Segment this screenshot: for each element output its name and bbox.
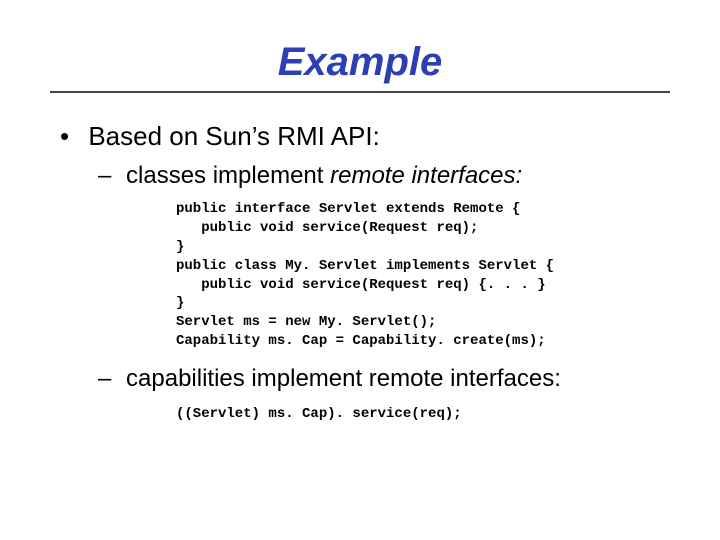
dash-icon: – (98, 162, 111, 189)
bullet-sub2: – capabilities implement remote interfac… (98, 365, 670, 424)
title-divider (50, 91, 670, 93)
bullet-top-text: Based on Sun’s RMI API: (88, 121, 379, 151)
code-block-2: ((Servlet) ms. Cap). service(req); (176, 405, 670, 424)
bullet-sub1-italic: remote interfaces: (330, 162, 522, 189)
bullet-sub1: – classes implement remote interfaces: p… (98, 162, 670, 351)
slide-title: Example (278, 40, 443, 84)
code-block-1: public interface Servlet extends Remote … (176, 200, 670, 351)
title-wrap: Example (50, 40, 670, 85)
slide: Example Based on Sun’s RMI API: – classe… (0, 0, 720, 540)
dash-icon: – (98, 365, 111, 392)
bullet-sub1-prefix: classes implement (126, 162, 330, 189)
bullet-sub2-text: capabilities implement remote interfaces… (126, 365, 561, 392)
bullet-list-level1: Based on Sun’s RMI API: – classes implem… (60, 121, 670, 424)
bullet-list-level2: – classes implement remote interfaces: p… (98, 162, 670, 424)
bullet-top: Based on Sun’s RMI API: – classes implem… (60, 121, 670, 424)
